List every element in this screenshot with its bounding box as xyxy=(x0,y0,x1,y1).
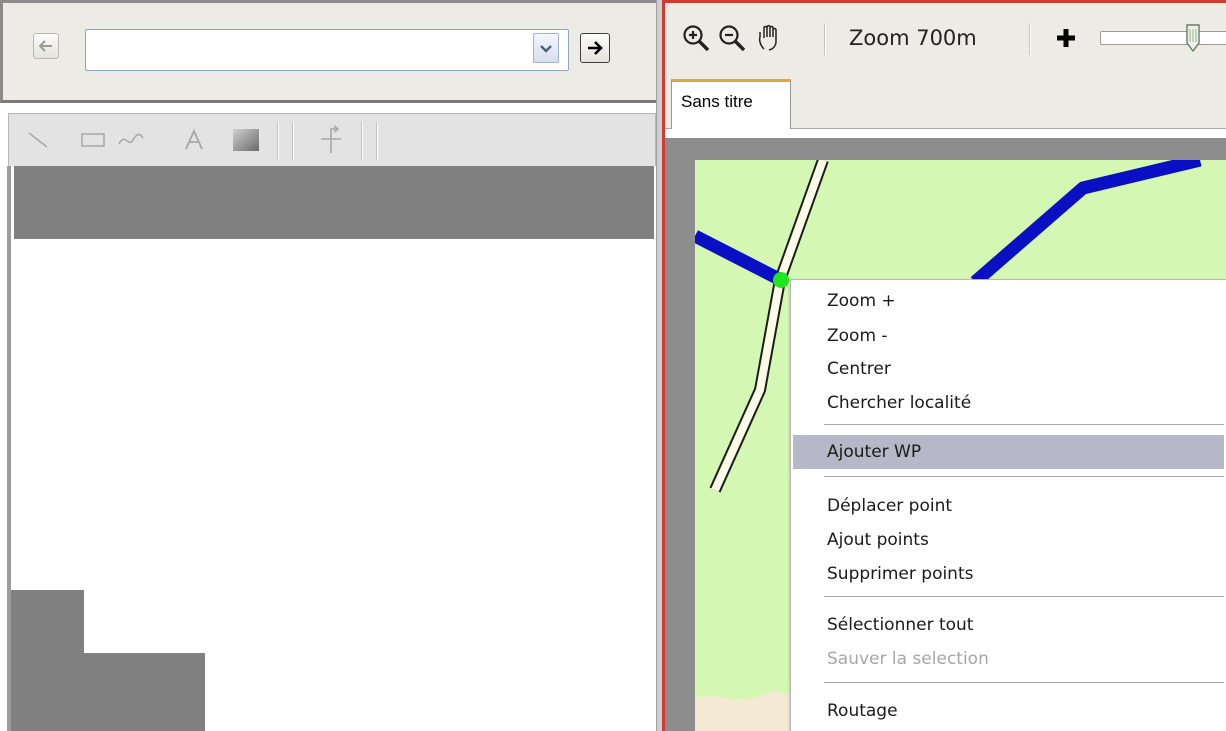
curve-icon[interactable] xyxy=(115,120,147,160)
zoom-slider[interactable] xyxy=(1100,31,1226,45)
tab-sans-titre[interactable]: Sans titre xyxy=(671,79,791,129)
zoom-level-label: Zoom 700m xyxy=(849,26,977,50)
zoom-out-icon[interactable] xyxy=(715,21,749,55)
waypoint-marker xyxy=(773,272,789,288)
menu-item-selectionner-tout[interactable]: Sélectionner tout xyxy=(793,608,1224,642)
go-button[interactable] xyxy=(580,33,610,63)
menu-separator xyxy=(824,424,1224,428)
tab-label: Sans titre xyxy=(681,92,753,111)
toolbar-separator xyxy=(292,122,294,160)
menu-item-deplacer-point[interactable]: Déplacer point xyxy=(793,489,1224,523)
toolbar-separator xyxy=(277,122,279,160)
menu-item-chercher-localite[interactable]: Chercher localité xyxy=(793,386,1224,420)
text-icon[interactable] xyxy=(181,120,207,160)
toolbar-separator xyxy=(361,122,363,160)
menu-separator xyxy=(824,682,1224,686)
empty-header-band xyxy=(14,166,654,239)
menu-item-sauver-selection: Sauver la selection xyxy=(827,649,989,669)
pan-hand-icon[interactable] xyxy=(753,21,787,55)
menu-separator xyxy=(824,476,1224,480)
map-toolbar: Zoom 700m xyxy=(665,3,1226,77)
toolbar-separator xyxy=(376,122,378,160)
context-menu: Zoom + Zoom - Centrer Chercher localité … xyxy=(790,279,1226,731)
line-icon[interactable] xyxy=(23,120,53,160)
menu-item-ajouter-wp[interactable]: Ajouter WP xyxy=(793,435,1224,469)
route-icon[interactable] xyxy=(315,120,347,160)
menu-item-zoom-out[interactable]: Zoom - xyxy=(793,319,1224,353)
menu-item-zoom-in[interactable]: Zoom + xyxy=(793,284,1224,318)
menu-separator xyxy=(824,596,1224,600)
empty-area xyxy=(11,590,84,731)
drawing-toolbar xyxy=(8,113,656,166)
chevron-down-icon xyxy=(540,44,552,53)
menu-item-supprimer-points[interactable]: Supprimer points xyxy=(793,557,1224,591)
menu-item-centrer[interactable]: Centrer xyxy=(793,352,1224,386)
toolbar-separator xyxy=(1029,23,1031,55)
arrow-right-icon xyxy=(588,41,603,55)
back-button[interactable] xyxy=(33,33,59,59)
arrow-left-icon xyxy=(39,40,52,52)
plus-icon[interactable] xyxy=(1049,21,1083,55)
fill-icon[interactable] xyxy=(229,120,263,160)
address-combobox[interactable] xyxy=(85,29,569,71)
zoom-in-icon[interactable] xyxy=(679,21,713,55)
menu-item-ajout-points[interactable]: Ajout points xyxy=(793,523,1224,557)
route-line xyxy=(695,230,784,286)
zoom-slider-thumb[interactable] xyxy=(1185,23,1201,53)
left-panel xyxy=(0,0,662,731)
menu-item-routage[interactable]: Routage xyxy=(793,694,1224,728)
toolbar-separator xyxy=(824,23,826,55)
combo-dropdown-button[interactable] xyxy=(533,33,559,63)
empty-area xyxy=(84,653,205,731)
rectangle-icon[interactable] xyxy=(77,120,109,160)
route-line xyxy=(970,160,1202,287)
